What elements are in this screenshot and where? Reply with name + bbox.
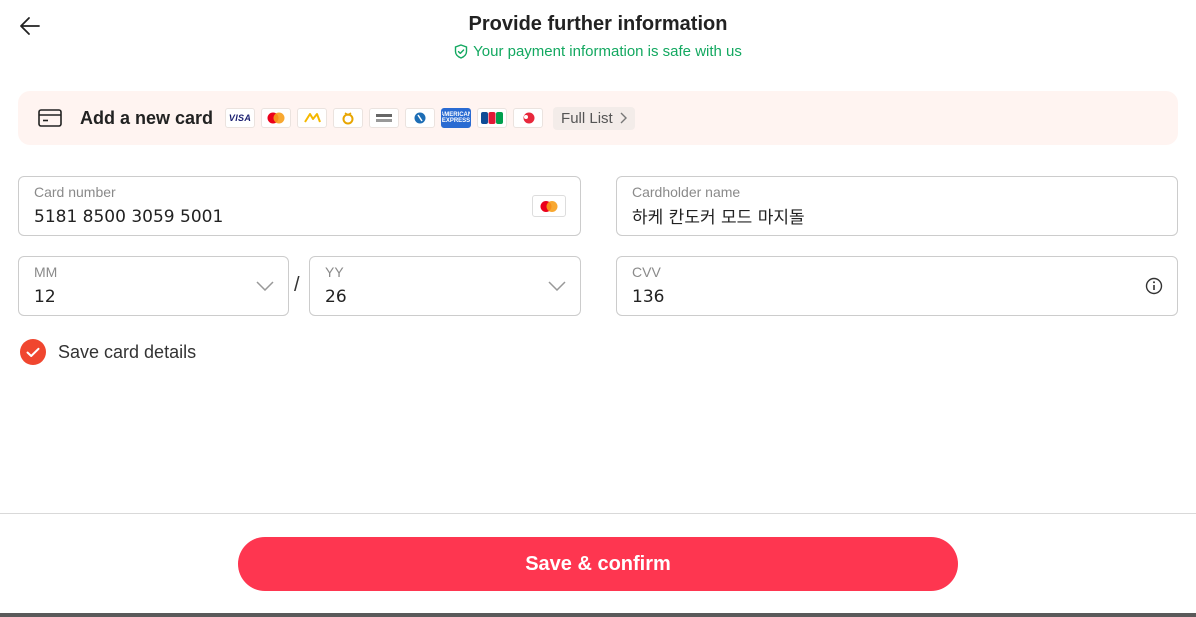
cardholder-name-field[interactable]: Cardholder name 하케 칸도커 모드 마지돌 xyxy=(616,176,1178,236)
add-card-title: Add a new card xyxy=(80,107,214,128)
expiry-month-label: MM xyxy=(34,264,58,280)
kb-card-icon xyxy=(297,108,328,128)
chevron-down-icon xyxy=(548,281,566,291)
full-list-link[interactable]: Full List xyxy=(553,106,635,130)
expiry-year-select[interactable]: YY 26 xyxy=(309,256,581,316)
cardholder-name-label: Cardholder name xyxy=(632,184,741,200)
save-confirm-button[interactable]: Save & confirm xyxy=(238,537,958,591)
card-brand-5-icon xyxy=(369,108,400,128)
cvv-label: CVV xyxy=(632,264,661,280)
card-number-field[interactable]: Card number 5181 8500 3059 5001 xyxy=(18,176,581,236)
expiry-separator: / xyxy=(294,274,300,296)
cvv-field[interactable]: CVV 136 xyxy=(616,256,1178,316)
save-card-label: Save card details xyxy=(58,341,197,362)
chevron-right-icon xyxy=(620,112,627,124)
detected-card-brand xyxy=(532,195,566,217)
card-number-label: Card number xyxy=(34,184,116,200)
cvv-value: 136 xyxy=(632,287,665,307)
amex-icon: AMERICAN EXPRESS xyxy=(441,108,472,128)
window-bottom-edge xyxy=(0,613,1196,617)
payment-card-page: Provide further information Your payment… xyxy=(0,0,1196,617)
expiry-month-select[interactable]: MM 12 xyxy=(18,256,289,316)
mastercard-icon xyxy=(532,195,566,217)
expiry-month-value: 12 xyxy=(34,287,56,307)
shield-check-icon xyxy=(454,44,468,59)
card-number-value: 5181 8500 3059 5001 xyxy=(34,207,224,227)
full-list-label: Full List xyxy=(561,109,613,127)
expiry-year-label: YY xyxy=(325,264,344,280)
info-icon[interactable] xyxy=(1145,277,1163,295)
page-title: Provide further information xyxy=(468,13,728,35)
card-brand-4-icon xyxy=(333,108,364,128)
chevron-down-icon xyxy=(256,281,274,291)
security-note: Your payment information is safe with us xyxy=(0,43,1196,60)
jcb-icon xyxy=(477,108,508,128)
expiry-year-value: 26 xyxy=(325,287,347,307)
checkmark-icon xyxy=(20,339,46,365)
credit-card-icon xyxy=(38,109,62,127)
card-brand-9-icon xyxy=(513,108,544,128)
security-note-text: Your payment information is safe with us xyxy=(473,43,742,60)
save-card-checkbox[interactable]: Save card details xyxy=(20,339,196,365)
footer-divider xyxy=(0,513,1196,514)
visa-icon: VISA xyxy=(225,108,256,128)
mastercard-icon xyxy=(261,108,292,128)
add-card-banner: Add a new card VISA AMERICAN EXPRESS Ful… xyxy=(18,91,1178,145)
card-brand-6-icon xyxy=(405,108,436,128)
cardholder-name-value: 하케 칸도커 모드 마지돌 xyxy=(632,208,805,228)
